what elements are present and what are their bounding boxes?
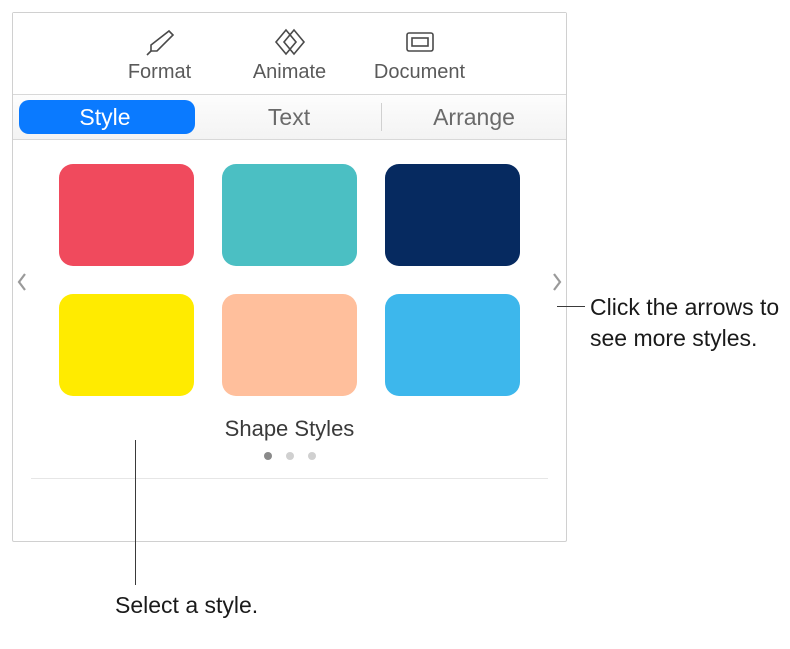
styles-prev-arrow[interactable] [13,269,31,295]
document-tab-button[interactable]: Document [370,27,470,84]
animate-label: Animate [253,61,326,84]
style-swatch-2[interactable] [222,164,357,266]
tab-style-label: Style [79,104,130,131]
inspector-tabs: Style Text Arrange [13,94,566,140]
shape-styles-area: Shape Styles [13,140,566,479]
page-dot-1[interactable] [264,452,272,460]
swatch-grid [59,158,520,406]
diamond-icon [269,27,311,57]
style-swatch-6[interactable] [385,294,520,396]
styles-next-arrow[interactable] [548,269,566,295]
document-icon [399,27,441,57]
divider-rule [31,478,548,479]
callout-line-select [135,440,136,585]
callout-line-arrows [557,306,585,307]
page-dot-3[interactable] [308,452,316,460]
tab-text-label: Text [268,104,310,131]
style-swatch-1[interactable] [59,164,194,266]
tab-arrange[interactable]: Arrange [382,95,566,139]
shape-styles-title: Shape Styles [13,416,566,442]
page-dots [13,452,566,460]
page-dot-2[interactable] [286,452,294,460]
inspector-panel: Format Animate Document Style [12,12,567,542]
style-swatch-5[interactable] [222,294,357,396]
paintbrush-icon [139,27,181,57]
style-swatch-3[interactable] [385,164,520,266]
tab-style[interactable]: Style [13,95,197,139]
format-label: Format [128,61,191,84]
format-tab-button[interactable]: Format [110,27,210,84]
style-swatch-4[interactable] [59,294,194,396]
tab-arrange-label: Arrange [433,104,515,131]
tab-text[interactable]: Text [197,95,381,139]
callout-arrows: Click the arrows to see more styles. [590,292,780,354]
animate-tab-button[interactable]: Animate [240,27,340,84]
callout-select: Select a style. [115,590,258,621]
inspector-toolbar: Format Animate Document [13,13,566,94]
document-label: Document [374,61,465,84]
